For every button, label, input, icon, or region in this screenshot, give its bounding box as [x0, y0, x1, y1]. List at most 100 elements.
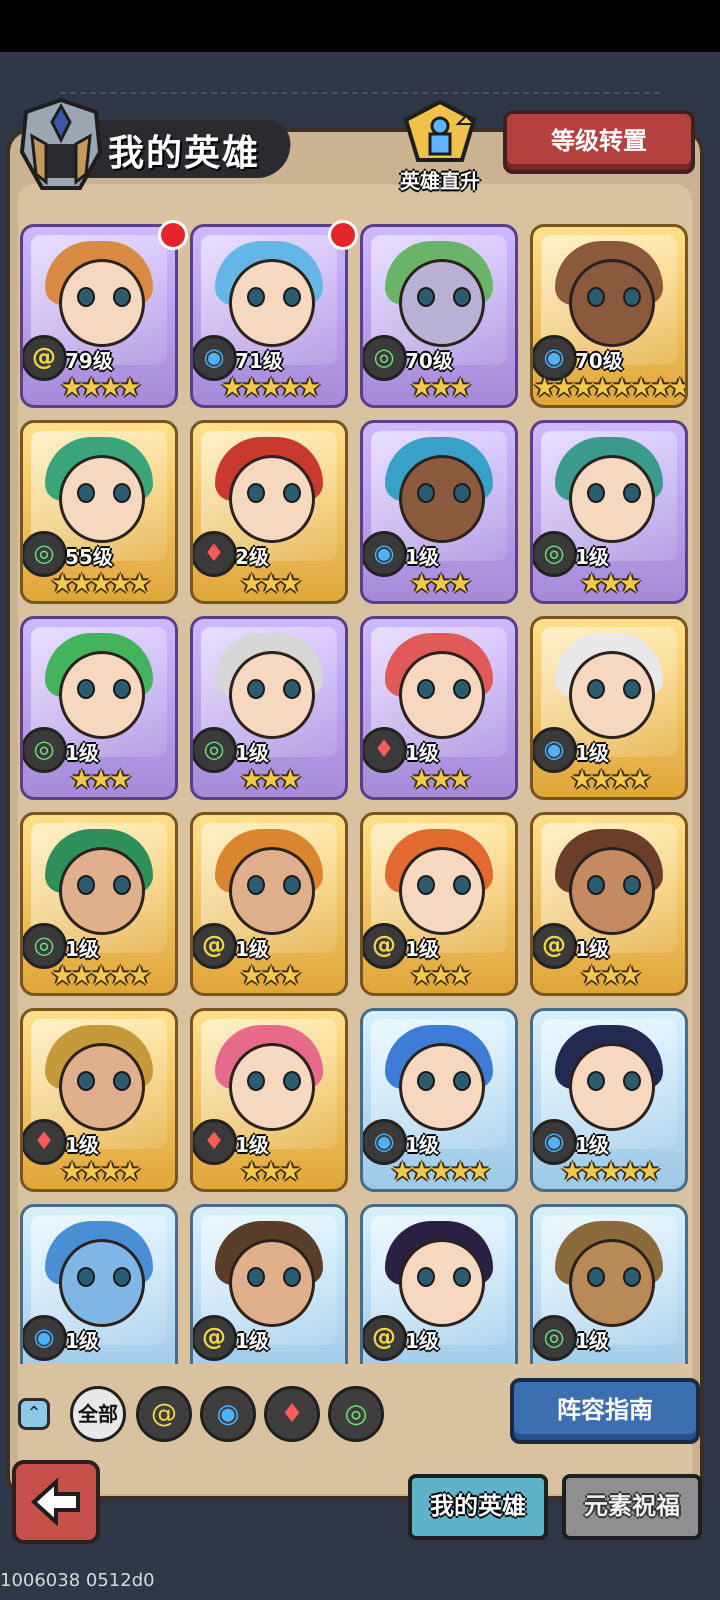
hero-eye-right — [283, 287, 301, 307]
hero-stars: ★★★★ — [60, 1157, 141, 1187]
filter-earth[interactable]: @ — [136, 1386, 192, 1442]
hero-eye-left — [77, 483, 95, 503]
hero-eye-left — [417, 483, 435, 503]
hero-card[interactable]: ◎ 1级 ★★★ — [20, 616, 178, 800]
hero-card[interactable]: @1级 ★★★ — [190, 812, 348, 996]
hero-eye-left — [587, 287, 605, 307]
water-element-icon: ◉ — [23, 1315, 67, 1361]
hero-face — [569, 259, 655, 347]
hero-card[interactable]: ♦ 2级 ★★★ — [190, 420, 348, 604]
water-filter-icon: ◉ — [216, 1399, 240, 1429]
back-button[interactable] — [12, 1460, 100, 1544]
hero-level: 1级 — [235, 937, 269, 961]
hero-face — [59, 1239, 145, 1327]
collapse-filter-button[interactable]: ⌃ — [18, 1398, 50, 1430]
hero-card[interactable]: ◎ 1级 ★★★ — [190, 616, 348, 800]
hero-card[interactable]: ♦ 1级 ★★★ — [190, 1008, 348, 1192]
hero-face — [59, 1043, 145, 1131]
hero-card[interactable]: @1级 ★★★ — [360, 812, 518, 996]
hero-eye-left — [247, 679, 265, 699]
hero-card[interactable]: ♦ 1级 ★★★ — [360, 616, 518, 800]
hero-eye-left — [417, 1267, 435, 1287]
hero-face — [399, 651, 485, 739]
hero-eye-left — [247, 875, 265, 895]
hero-eye-right — [623, 1267, 641, 1287]
hero-level: 70级 — [405, 349, 453, 373]
fire-filter-icon: ♦ — [280, 1399, 304, 1429]
hero-card[interactable]: ◉ 1级 ★★★★★ — [530, 1008, 688, 1192]
hero-card[interactable]: ◎ 70级 ★★★ — [360, 224, 518, 408]
chevron-up-icon: ⌃ — [26, 1403, 42, 1424]
hero-stars: ★★★ — [410, 569, 472, 599]
earth-filter-icon: @ — [151, 1399, 177, 1429]
hero-stars: ★★★ — [410, 765, 472, 795]
lineup-guide-button[interactable]: 阵容指南 — [510, 1378, 700, 1444]
hero-eye-right — [453, 875, 471, 895]
hero-eye-left — [247, 483, 265, 503]
hero-face — [399, 1043, 485, 1131]
hero-card[interactable]: ♦ 1级 ★★★★ — [20, 1008, 178, 1192]
hero-level: 1级 — [575, 1133, 609, 1157]
hero-card[interactable]: ◉ 1级 — [20, 1204, 178, 1364]
hero-stars: ★★★★ — [60, 373, 141, 403]
hero-eye-right — [113, 1267, 131, 1287]
filter-water[interactable]: ◉ — [200, 1386, 256, 1442]
hero-level: 1级 — [65, 1133, 99, 1157]
hero-stars: ★★★★★★★★ — [533, 373, 688, 403]
hero-face — [229, 1043, 315, 1131]
hero-face — [399, 455, 485, 543]
hero-card[interactable]: @1级 — [190, 1204, 348, 1364]
hero-stars: ★★★ — [580, 569, 642, 599]
hero-promotion-button[interactable]: 英雄直升 — [392, 98, 488, 194]
hero-level: 70级 — [575, 349, 623, 373]
filter-all[interactable]: 全部 — [70, 1386, 126, 1442]
hero-eye-left — [417, 1071, 435, 1091]
hero-eye-right — [113, 1071, 131, 1091]
hero-level: 1级 — [235, 1329, 269, 1353]
hero-eye-left — [247, 287, 265, 307]
tab-my-heroes[interactable]: 我的英雄 — [408, 1474, 548, 1540]
hero-card[interactable]: ◎ 55级 ★★★★★ — [20, 420, 178, 604]
hero-card[interactable]: @79级 ★★★★ — [20, 224, 178, 408]
hero-card[interactable]: @1级 — [360, 1204, 518, 1364]
hero-stars: ★★★ — [240, 1157, 302, 1187]
filter-fire[interactable]: ♦ — [264, 1386, 320, 1442]
hero-level: 1级 — [235, 1133, 269, 1157]
hero-card[interactable]: ◉ 1级 ★★★★ — [530, 616, 688, 800]
page-title: 我的英雄 — [108, 133, 261, 174]
hero-eye-right — [113, 679, 131, 699]
hero-level: 1级 — [405, 741, 439, 765]
hero-face — [569, 847, 655, 935]
hero-grid[interactable]: @79级 ★★★★ ◉ 71级 ★★★★★ ◎ 70级 ★★★ ◉ 70级 ★★★★★★★★ ◎ 55级… — [14, 218, 704, 1364]
hero-eye-left — [77, 287, 95, 307]
filter-wind[interactable]: ◎ — [328, 1386, 384, 1442]
hero-stars: ★★★ — [240, 765, 302, 795]
hero-card[interactable]: ◎ 1级 ★★★ — [530, 420, 688, 604]
hero-eye-left — [417, 679, 435, 699]
filter-all-label: 全部 — [78, 1402, 118, 1426]
hero-card[interactable]: ◉ 70级 ★★★★★★★★ — [530, 224, 688, 408]
tab-element-blessing[interactable]: 元素祝福 — [562, 1474, 702, 1540]
hero-eye-left — [77, 875, 95, 895]
hero-card[interactable]: @1级 ★★★ — [530, 812, 688, 996]
hero-card[interactable]: ◉ 1级 ★★★★★ — [360, 1008, 518, 1192]
hero-promotion-label: 英雄直升 — [400, 169, 480, 193]
hero-face — [569, 1043, 655, 1131]
hero-eye-left — [247, 1267, 265, 1287]
hero-card[interactable]: ◉ 71级 ★★★★★ — [190, 224, 348, 408]
hero-card[interactable]: ◎ 1级 ★★★★★ — [20, 812, 178, 996]
hero-eye-right — [283, 483, 301, 503]
hero-stars: ★★★ — [70, 765, 132, 795]
hero-stars: ★★★★★ — [50, 569, 152, 599]
hero-stars: ★★★★★ — [390, 1157, 492, 1187]
helmet-icon — [19, 97, 103, 190]
hero-stars: ★★★ — [240, 569, 302, 599]
hero-card[interactable]: ◎ 1级 — [530, 1204, 688, 1364]
hero-stars: ★★★ — [410, 373, 472, 403]
hero-face — [229, 455, 315, 543]
level-transfer-button[interactable]: 等级转置 — [503, 110, 695, 174]
hero-eye-right — [623, 287, 641, 307]
back-arrow-icon — [31, 1477, 80, 1527]
hero-card[interactable]: ◉ 1级 ★★★ — [360, 420, 518, 604]
hero-level: 1级 — [65, 1329, 99, 1353]
